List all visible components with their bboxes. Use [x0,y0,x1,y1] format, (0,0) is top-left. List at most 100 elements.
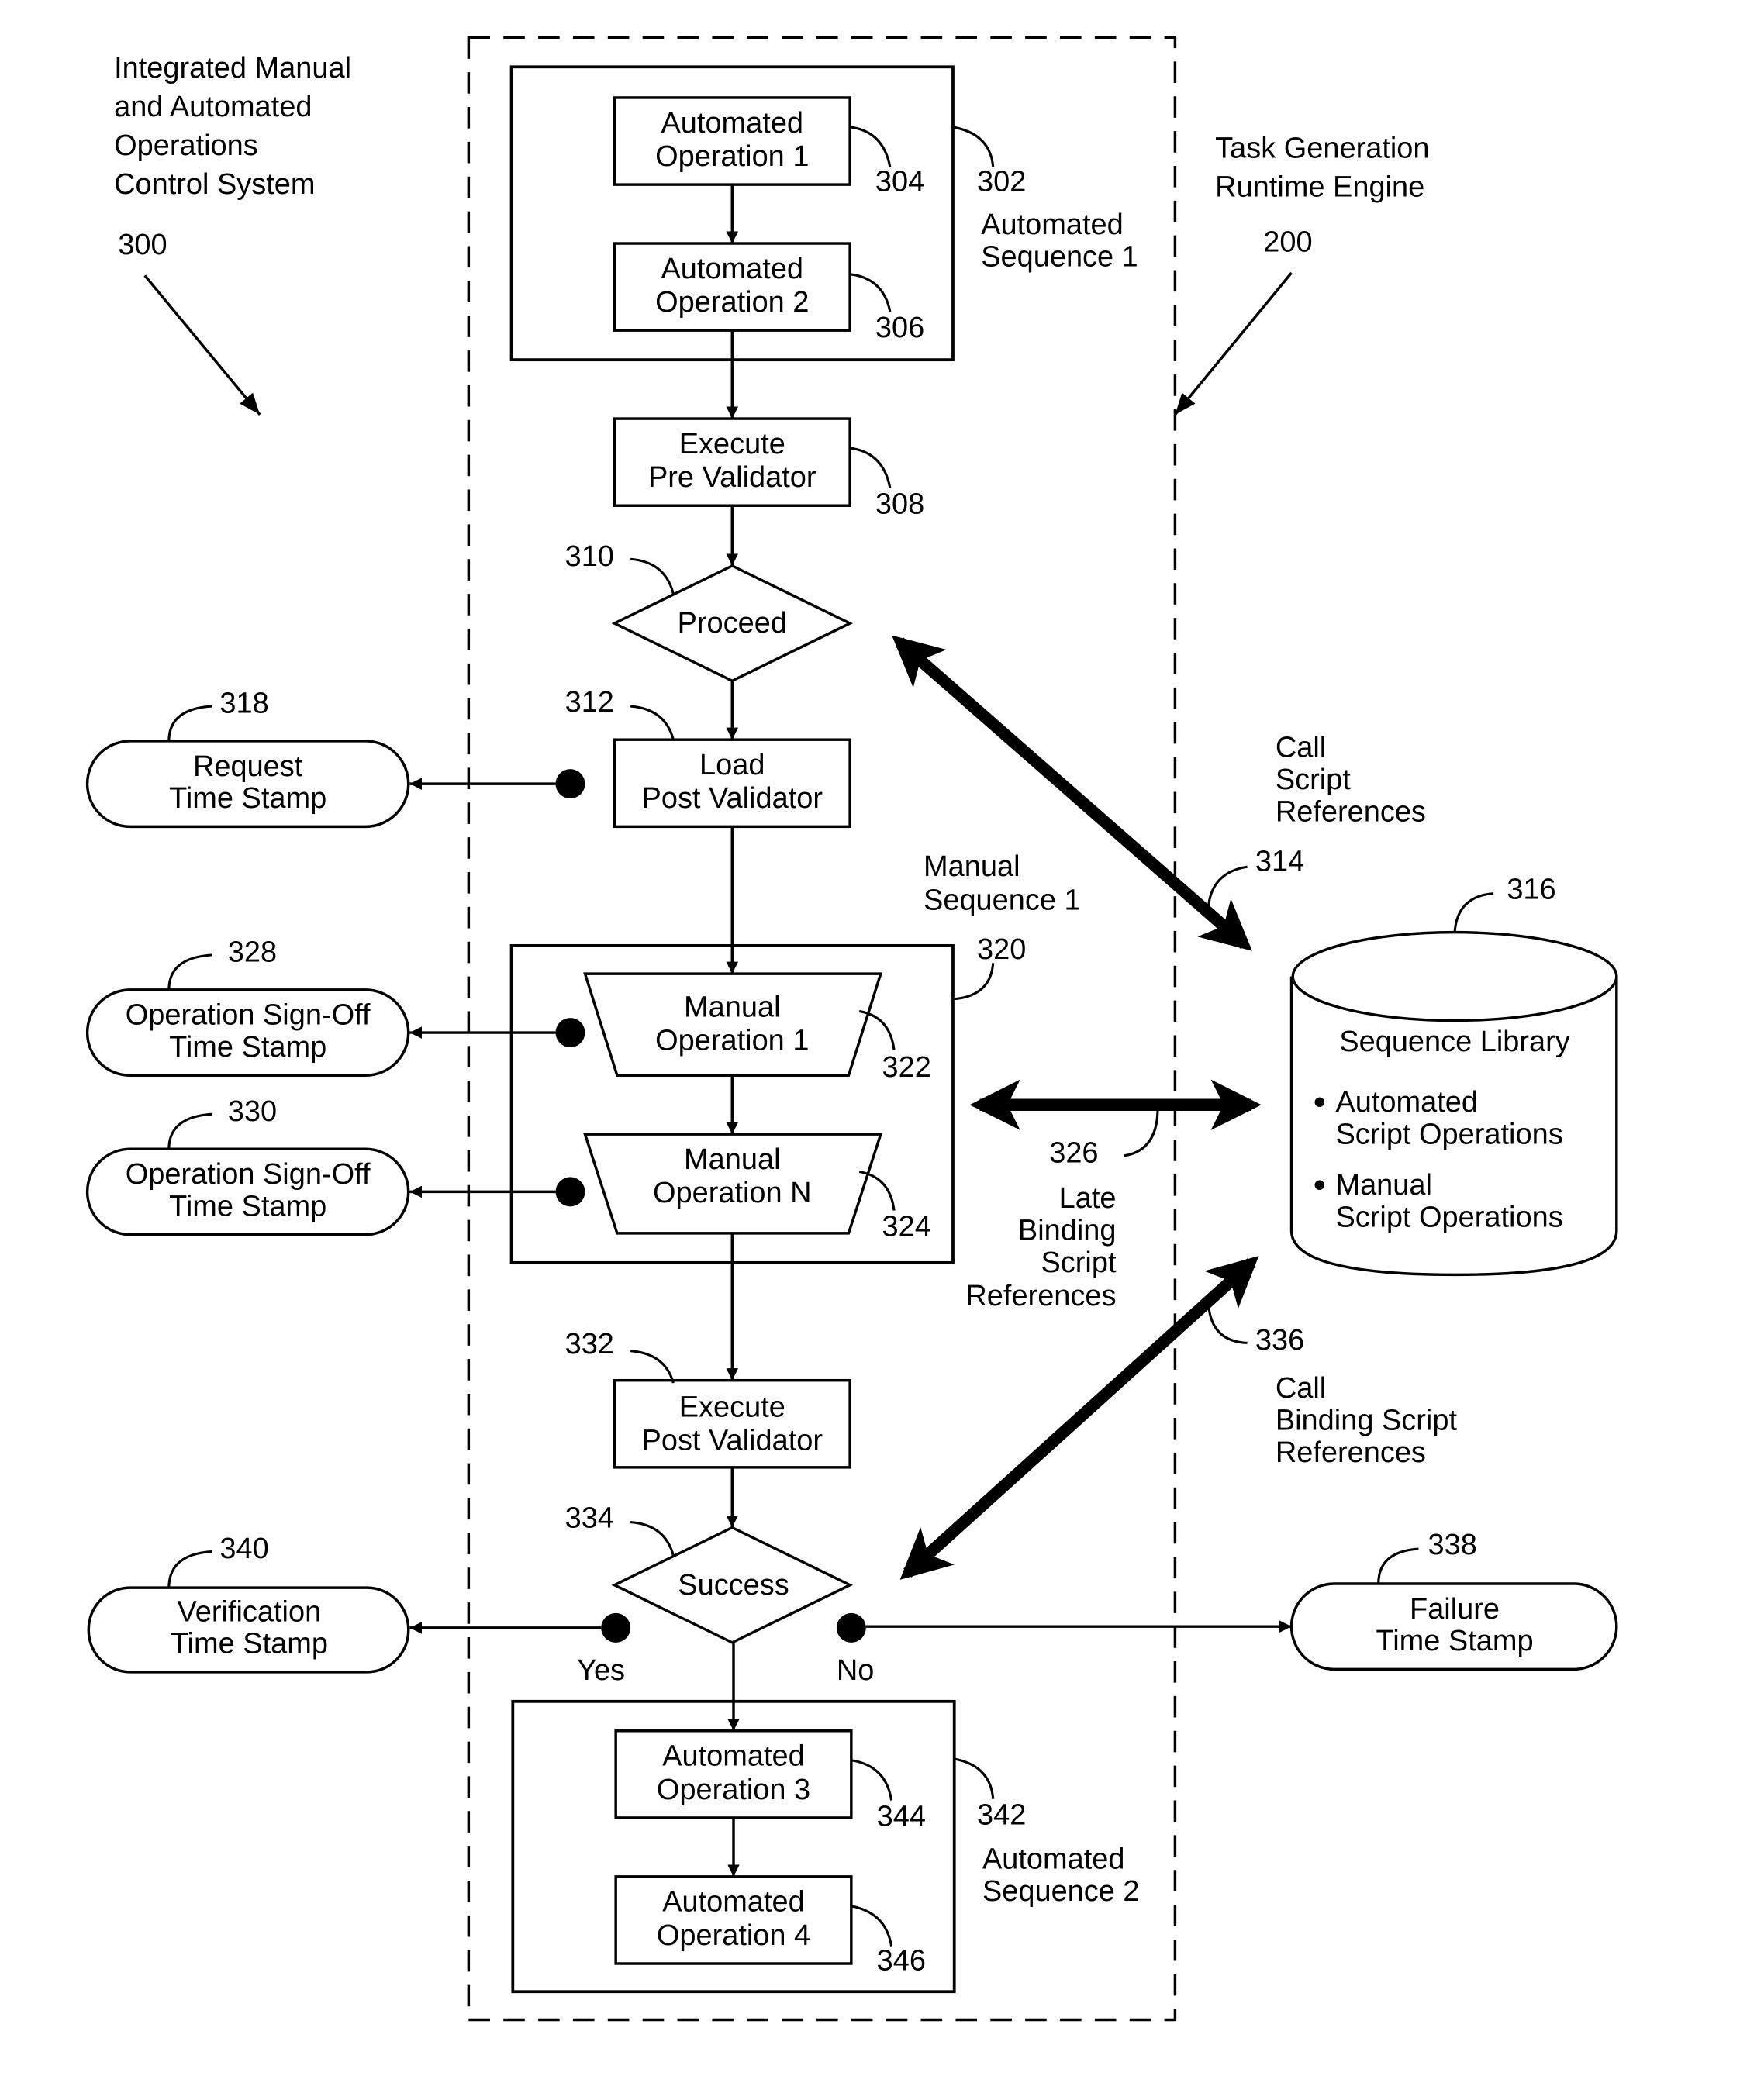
sequence-library[interactable]: Sequence Library Automated Script Operat… [1289,930,1618,1277]
leader-line [954,1757,995,1799]
no-label: No [837,1654,875,1687]
manual-sequence-caption: Manual [924,850,1020,883]
leader-line [1207,865,1248,906]
system-label: Integrated Manual and Automated Operatio… [114,52,351,416]
verification-time-stamp[interactable]: Verification Time Stamp [87,1586,410,1674]
node-label: Automated [662,1740,805,1773]
ref-number: 322 [882,1051,931,1084]
manual-operation-1[interactable]: Manual Operation 1 [583,972,883,1078]
node-label: Time Stamp [1376,1625,1533,1657]
engine-pointer-arrow [1174,271,1293,416]
success-decision[interactable]: Success [611,1526,854,1644]
operation-signoff-time-stamp-1[interactable]: Operation Sign-Off Time Stamp [85,988,410,1078]
node-label: Request [193,750,303,783]
sequence-caption: Automated [982,1843,1125,1875]
bullet-icon [1314,1180,1324,1190]
node-label: Operation Sign-Off [126,1158,371,1191]
sequence-caption: Automated [981,209,1124,241]
node-label: Operation 1 [655,140,809,173]
ref-number: 324 [882,1210,931,1243]
ref-number: 310 [565,540,614,573]
ref-number: 346 [877,1945,926,1978]
failure-time-stamp[interactable]: Failure Time Stamp [1289,1582,1618,1671]
engine-label-line: Runtime Engine [1215,171,1424,204]
leader-line [849,447,892,489]
ref-number: 334 [565,1502,614,1534]
bullet-icon [1314,1097,1324,1108]
sequence-caption: Sequence 1 [981,240,1138,273]
late-binding-label: References [965,1280,1116,1312]
node-label: Operation 4 [657,1919,810,1952]
leader-line [630,705,675,740]
call-script-label: References [1276,795,1426,828]
ref-number: 344 [877,1800,926,1833]
execute-pre-validator[interactable]: Execute Pre Validator [613,417,851,507]
leader-line [1124,1105,1159,1157]
call-script-label: Call [1276,732,1326,764]
node-label: Operation Sign-Off [126,999,371,1032]
ref-number: 312 [565,686,614,719]
library-item: Script Operations [1335,1201,1562,1233]
leader-line [167,953,212,990]
manual-sequence-caption: Sequence 1 [924,884,1081,916]
leader-line [952,126,995,167]
ref-number: 314 [1255,845,1304,878]
execute-post-validator[interactable]: Execute Post Validator [613,1378,851,1469]
call-binding-label: Call [1276,1372,1326,1405]
engine-label: Task Generation Runtime Engine 200 [1174,133,1430,416]
library-item: Manual [1335,1169,1431,1202]
node-label: Time Stamp [169,1190,326,1222]
ref-number: 338 [1428,1529,1477,1561]
proceed-decision[interactable]: Proceed [611,564,854,683]
node-label: Automated [662,1886,805,1919]
automated-operation-3[interactable]: Automated Operation 3 [614,1729,853,1819]
manual-sequence-1: 320 Manual Operation 1 322 Manual Operat… [509,933,1026,1264]
ref-number: 318 [219,688,268,720]
ref-number: 308 [875,488,924,521]
ref-number: 306 [875,312,924,344]
manual-operation-n[interactable]: Manual Operation N [583,1133,883,1235]
node-label: Operation 1 [655,1025,809,1057]
automated-sequence-1: 302 Automated Sequence 1 Automated Opera… [509,65,1138,362]
yes-label: Yes [577,1654,625,1687]
automated-operation-2[interactable]: Automated Operation 2 [613,242,851,332]
decision-label: Proceed [678,607,787,640]
decision-label: Success [678,1569,789,1602]
request-time-stamp[interactable]: Request Time Stamp [85,740,410,829]
node-label: Time Stamp [171,1628,328,1660]
node-label: Manual [684,1143,780,1176]
late-binding-label: Script [1041,1247,1116,1279]
event-dot [836,1612,866,1643]
ref-number: 330 [228,1095,277,1128]
engine-label-line: Task Generation [1215,133,1429,165]
node-label: Operation 3 [657,1774,810,1806]
node-label: Verification [178,1595,322,1628]
ref-number: 340 [219,1533,268,1565]
node-label: Manual [684,991,780,1023]
automated-operation-4[interactable]: Automated Operation 4 [614,1875,853,1965]
node-label: Failure [1410,1593,1500,1626]
sequence-caption: Sequence 2 [982,1875,1140,1908]
load-post-validator[interactable]: Load Post Validator [613,738,851,829]
leader-line [167,1550,212,1588]
operation-signoff-time-stamp-n[interactable]: Operation Sign-Off Time Stamp [85,1147,410,1236]
ref-number: 326 [1049,1136,1098,1169]
automated-sequence-2: 342 Automated Sequence 2 Automated Opera… [511,1699,1140,1994]
ref-number: 304 [875,166,924,198]
ref-number: 332 [565,1328,614,1360]
ref-number: 320 [977,933,1026,966]
leader-line [630,1350,675,1384]
event-dot [601,1612,631,1643]
node-label: Time Stamp [169,1031,326,1064]
ref-number: 316 [1507,874,1555,906]
event-dot [555,1177,585,1207]
system-ref-number: 300 [118,229,167,261]
call-binding-label: References [1276,1436,1426,1469]
system-label-line: Operations [114,129,258,162]
node-label: Automated [661,107,803,140]
event-dot [555,1018,585,1048]
late-binding-label: Late [1059,1182,1117,1215]
system-label-line: Control System [114,168,315,201]
automated-operation-1[interactable]: Automated Operation 1 [613,96,851,186]
ref-number: 302 [977,166,1026,198]
